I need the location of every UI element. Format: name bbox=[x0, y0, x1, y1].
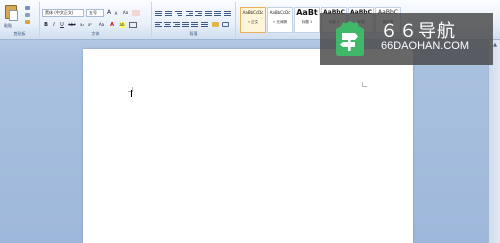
signpost-logo-icon bbox=[336, 21, 364, 56]
shading-icon[interactable] bbox=[212, 22, 219, 27]
font-group-label: 字体 bbox=[91, 31, 100, 36]
justify-icon[interactable] bbox=[182, 22, 189, 28]
highlight-button[interactable]: ab bbox=[119, 22, 125, 28]
style-sample: AaBbCcDc bbox=[242, 10, 264, 15]
increase-indent-icon[interactable] bbox=[195, 10, 202, 16]
char-border-icon[interactable] bbox=[129, 22, 137, 28]
style-name: 标题 1 bbox=[301, 20, 313, 24]
font-color-button[interactable]: A bbox=[109, 22, 115, 28]
style-sample: AaBt bbox=[296, 8, 318, 17]
word-window: 粘贴 剪贴板 黑体 (中文正文) 五号 A A Aa B I U abc x₂ … bbox=[0, 0, 500, 243]
style-name: » 正文 bbox=[247, 20, 259, 24]
decrease-indent-icon[interactable] bbox=[186, 10, 193, 16]
font-group: 黑体 (中文正文) 五号 A A Aa B I U abc x₂ x² Aa A… bbox=[40, 2, 152, 38]
chinese-layout-icon[interactable] bbox=[205, 10, 212, 16]
numbering-icon[interactable] bbox=[165, 10, 172, 16]
multilevel-list-icon[interactable] bbox=[175, 10, 182, 16]
clear-format-icon[interactable] bbox=[132, 10, 140, 16]
bold-button[interactable]: B bbox=[43, 22, 49, 28]
style-heading-1[interactable]: AaBt 标题 1 bbox=[294, 7, 320, 33]
align-right-icon[interactable] bbox=[173, 22, 180, 28]
clipboard-group: 粘贴 剪贴板 bbox=[0, 2, 40, 38]
style-sample: AaBbCcDc bbox=[269, 10, 291, 15]
clipboard-group-label: 剪贴板 bbox=[13, 31, 26, 36]
grow-font-button[interactable]: A bbox=[106, 10, 112, 16]
show-marks-icon[interactable] bbox=[224, 10, 231, 16]
paragraph-group: 段落 bbox=[152, 2, 236, 38]
subscript-button[interactable]: x₂ bbox=[79, 22, 85, 28]
paste-label: 粘贴 bbox=[4, 23, 12, 28]
font-name-select[interactable]: 黑体 (中文正文) bbox=[42, 9, 84, 17]
paper-icon bbox=[9, 10, 18, 21]
copy-icon[interactable] bbox=[25, 13, 30, 17]
align-center-icon[interactable] bbox=[164, 22, 171, 28]
style-name: » 无间隔 bbox=[273, 20, 287, 24]
strikethrough-button[interactable]: abc bbox=[67, 22, 77, 28]
paragraph-group-label: 段落 bbox=[189, 31, 198, 36]
format-painter-icon[interactable] bbox=[25, 20, 30, 24]
paste-button[interactable]: 粘贴 bbox=[2, 3, 22, 29]
text-cursor bbox=[131, 90, 132, 97]
watermark-overlay: ６６导航 66DAOHAN.COM bbox=[320, 13, 493, 65]
margin-corner-top-right bbox=[362, 82, 367, 87]
cut-icon[interactable] bbox=[25, 6, 30, 10]
distributed-icon[interactable] bbox=[191, 22, 198, 28]
style-normal[interactable]: AaBbCcDc » 正文 bbox=[240, 7, 266, 33]
bullets-icon[interactable] bbox=[155, 10, 162, 16]
change-case-button[interactable]: Aa bbox=[121, 10, 130, 16]
shrink-font-button[interactable]: A bbox=[113, 11, 119, 17]
font-size-select[interactable]: 五号 bbox=[86, 9, 104, 17]
borders-icon[interactable] bbox=[222, 22, 229, 27]
sort-icon[interactable] bbox=[214, 10, 221, 16]
underline-button[interactable]: U bbox=[59, 22, 65, 28]
text-effect-button[interactable]: Aa bbox=[97, 22, 106, 28]
style-no-spacing[interactable]: AaBbCcDc » 无间隔 bbox=[267, 7, 293, 33]
superscript-button[interactable]: x² bbox=[87, 22, 93, 28]
watermark-subtitle: 66DAOHAN.COM bbox=[381, 40, 470, 52]
document-page[interactable] bbox=[83, 49, 413, 243]
vertical-scrollbar[interactable]: ▲ bbox=[488, 40, 500, 243]
line-spacing-icon[interactable] bbox=[201, 22, 208, 28]
align-left-icon[interactable] bbox=[155, 22, 162, 28]
italic-button[interactable]: I bbox=[51, 22, 57, 28]
